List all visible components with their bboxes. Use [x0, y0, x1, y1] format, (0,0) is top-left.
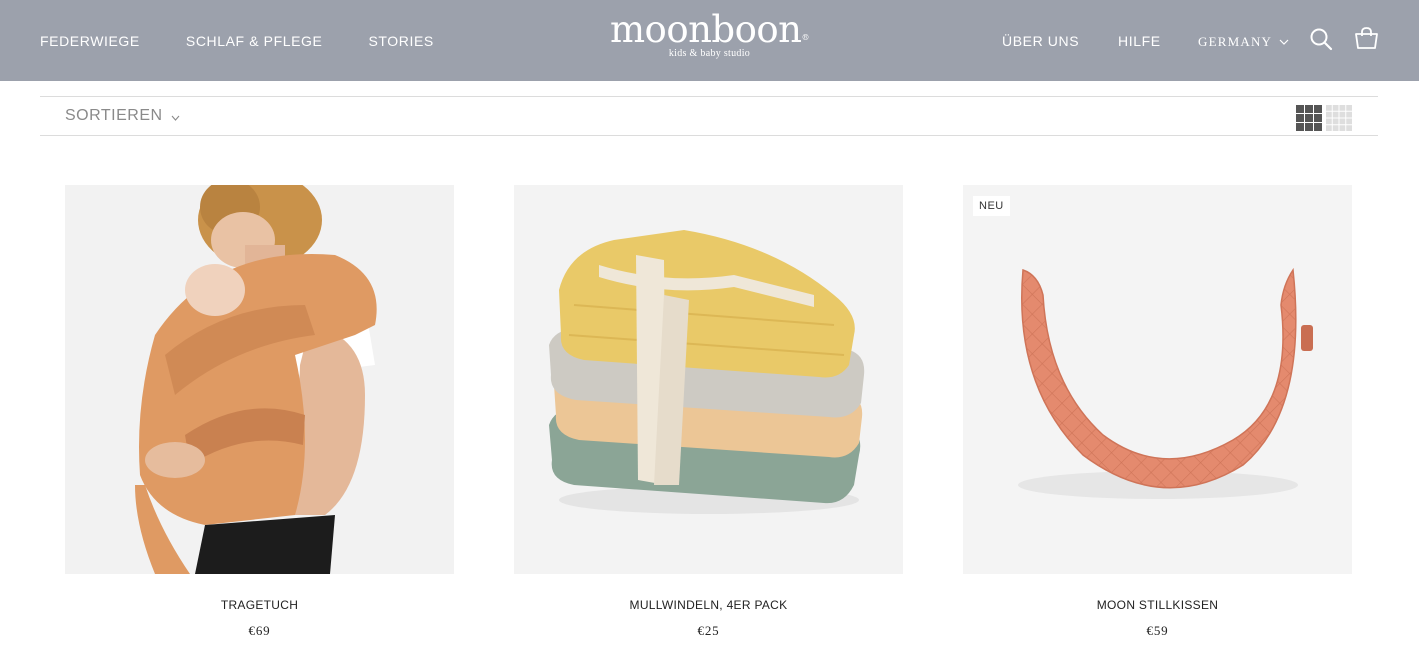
product-card[interactable]: TRAGETUCH €69: [65, 185, 454, 639]
product-price: €59: [1146, 623, 1169, 638]
site-header: FEDERWIEGE SCHLAF & PFLEGE STORIES moonb…: [0, 0, 1419, 81]
product-image-nursing-pillow[interactable]: NEU: [963, 185, 1352, 574]
secondary-nav: ÜBER UNS: [1002, 33, 1079, 50]
nav-link-about[interactable]: ÜBER UNS: [1002, 33, 1079, 50]
logo-registered-mark: ®: [801, 33, 810, 42]
country-label: GERMANY: [1198, 34, 1273, 49]
nav-link-stories[interactable]: STORIES: [368, 33, 433, 50]
sort-label: SORTIEREN: [65, 107, 163, 124]
grid-3-icon[interactable]: [1296, 105, 1322, 131]
nursing-pillow-photo: [963, 185, 1352, 574]
grid-4-icon[interactable]: [1326, 105, 1352, 131]
product-image-muslin-cloths[interactable]: [514, 185, 903, 574]
site-logo[interactable]: moonboon® kids & baby studio: [600, 8, 819, 60]
country-selector[interactable]: GERMANY: [1198, 34, 1289, 50]
product-name[interactable]: TRAGETUCH: [65, 598, 454, 612]
product-name[interactable]: MULLWINDELN, 4ER PACK: [514, 598, 903, 612]
collection-toolbar: SORTIEREN: [40, 96, 1378, 136]
nav-link-federwiege[interactable]: FEDERWIEGE: [40, 33, 140, 50]
chevron-down-icon: [1279, 39, 1289, 45]
product-card[interactable]: MULLWINDELN, 4ER PACK €25: [514, 185, 903, 639]
search-icon[interactable]: [1309, 27, 1333, 51]
product-image-baby-wrap[interactable]: [65, 185, 454, 574]
product-price: €69: [248, 623, 271, 638]
baby-wrap-photo: [65, 185, 454, 574]
chevron-down-icon: [171, 115, 179, 121]
product-price: €25: [697, 623, 720, 638]
nav-link-schlaf-pflege[interactable]: SCHLAF & PFLEGE: [186, 33, 323, 50]
product-name[interactable]: MOON STILLKISSEN: [963, 598, 1352, 612]
logo-wordmark: moonboon: [609, 8, 802, 51]
product-card[interactable]: NEU MOON STILLKISSEN €59: [963, 185, 1352, 639]
nav-link-help[interactable]: HILFE: [1118, 33, 1161, 50]
shopping-bag-icon[interactable]: [1354, 26, 1379, 50]
new-badge: NEU: [973, 196, 1010, 216]
main-nav: FEDERWIEGE SCHLAF & PFLEGE STORIES: [40, 33, 480, 50]
muslin-cloths-photo: [514, 185, 903, 574]
sort-dropdown[interactable]: SORTIEREN: [65, 107, 180, 125]
